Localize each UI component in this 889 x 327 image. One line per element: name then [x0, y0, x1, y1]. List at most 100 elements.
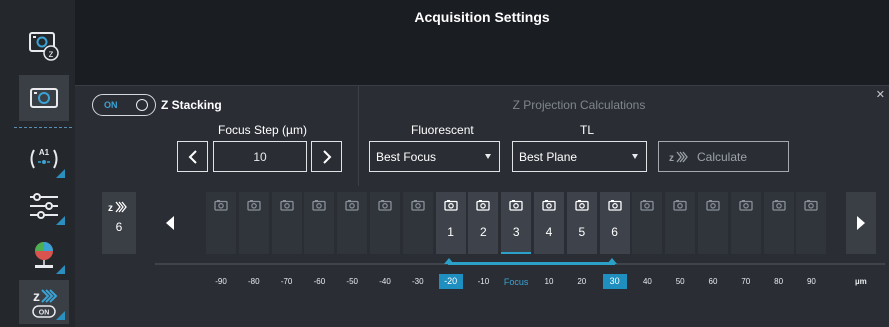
left-rail: z A1 z ON [0, 0, 75, 327]
svg-text:z: z [108, 203, 113, 214]
camera-button[interactable] [19, 75, 69, 121]
axis-tick-label: 90 [806, 277, 816, 286]
camera-icon [345, 200, 359, 211]
calculate-button[interactable]: z Calculate [658, 141, 789, 172]
tl-select[interactable]: Best Plane [512, 141, 647, 172]
slice-item[interactable] [632, 192, 663, 254]
camera-icon [542, 200, 556, 211]
axis-tick-label: -90 [215, 277, 227, 286]
z-stacking-panel: ✕ ON Z Stacking Focus Step (µm) 10 Z Pro… [75, 85, 889, 327]
slice-count: 6 [115, 220, 123, 234]
balloon-icon [35, 242, 53, 268]
axis-tick-label: 70 [741, 277, 751, 286]
slice-number: 5 [578, 225, 586, 239]
axis-tick-label: -80 [248, 277, 260, 286]
range-end-handle[interactable] [607, 258, 617, 264]
fluorescent-select[interactable]: Best Focus [369, 141, 500, 172]
slice-item[interactable] [402, 192, 433, 254]
camera-icon [411, 200, 425, 211]
svg-text:z: z [49, 49, 54, 60]
probe-button[interactable] [19, 232, 69, 278]
camera-icon [30, 88, 58, 108]
camera-icon [312, 200, 327, 211]
camera-icon [804, 200, 819, 211]
tl-select-value: Best Plane [519, 149, 578, 164]
slice-item[interactable] [730, 192, 761, 254]
axis-tick-label: -50 [346, 277, 358, 286]
slice-item[interactable] [698, 192, 728, 254]
z-stacking-toggle[interactable]: ON [92, 94, 156, 116]
svg-text:A1: A1 [39, 148, 50, 157]
camera-icon [640, 200, 655, 211]
axis-tick-label: 40 [642, 277, 652, 286]
slice-item[interactable]: 4 [534, 192, 564, 254]
expand-corner-icon [56, 265, 65, 274]
axis-tick-label: Focus [503, 277, 529, 287]
header: Acquisition Settings [75, 0, 889, 85]
camera-icon [739, 200, 753, 211]
camera-icon [771, 200, 786, 211]
camera-icon [607, 200, 622, 211]
dropdown-arrow-icon [632, 154, 638, 159]
close-icon[interactable]: ✕ [876, 88, 885, 101]
strip-prev-button[interactable] [155, 192, 185, 254]
axis-tick-label: 10 [544, 277, 554, 286]
camera-icon [247, 200, 261, 211]
slice-number: 6 [611, 225, 618, 239]
z-stack-icon: z [669, 151, 688, 164]
focus-step-label: Focus Step (µm) [218, 123, 307, 137]
slice-item[interactable] [206, 192, 236, 254]
axis-tick-label: 60 [708, 277, 718, 286]
settings-sliders-button[interactable] [19, 183, 69, 229]
camera-icon [509, 200, 523, 211]
autofocus-button[interactable]: A1 [19, 136, 69, 182]
expand-corner-icon [56, 169, 65, 178]
camera-icon [279, 200, 294, 211]
slice-item[interactable]: 3 [501, 192, 532, 254]
slice-item[interactable]: 5 [566, 192, 597, 254]
slice-item[interactable] [337, 192, 368, 254]
slice-item[interactable]: 6 [599, 192, 630, 254]
slice-item[interactable] [796, 192, 827, 254]
slice-item[interactable] [370, 192, 400, 254]
expand-corner-icon [56, 216, 65, 225]
triangle-left-icon [166, 216, 174, 230]
camera-z-button[interactable]: z [19, 22, 69, 68]
slice-item[interactable] [238, 192, 269, 254]
slice-item[interactable]: 1 [435, 192, 466, 254]
strip-next-button[interactable] [846, 192, 876, 254]
tl-label: TL [580, 123, 595, 137]
rail-divider [14, 127, 72, 128]
slice-item[interactable]: 2 [468, 192, 499, 254]
z-stack-button[interactable]: z ON [19, 280, 69, 324]
focus-step-input[interactable]: 10 [213, 141, 307, 172]
axis-tick-label: -60 [313, 277, 326, 286]
slice-item[interactable] [763, 192, 794, 254]
chevron-left-icon [188, 149, 197, 164]
camera-icon [214, 200, 228, 211]
axis-tick-label: -30 [412, 277, 424, 286]
z-stacking-label: Z Stacking [161, 98, 222, 112]
svg-text:z: z [33, 288, 40, 304]
slice-number: 1 [447, 225, 454, 239]
axis-unit: µm [855, 277, 867, 286]
camera-icon [443, 200, 458, 211]
camera-icon [575, 200, 589, 211]
z-projection-title: Z Projection Calculations [512, 98, 646, 112]
axis-tick-label: 20 [577, 277, 587, 286]
focus-step-increment-button[interactable] [311, 141, 342, 172]
axis-tick-label: 80 [774, 277, 784, 286]
slice-number: 3 [512, 225, 520, 239]
focus-step-decrement-button[interactable] [177, 141, 208, 172]
page-title: Acquisition Settings [414, 9, 550, 25]
toggle-knob [136, 99, 148, 111]
camera-z-icon: z [29, 32, 59, 61]
dropdown-arrow-icon [485, 154, 491, 159]
slice-item[interactable] [665, 192, 696, 254]
axis-tick-label: 50 [675, 277, 685, 286]
axis-tick-label: -40 [379, 277, 391, 286]
range-start-handle[interactable] [444, 258, 454, 264]
slice-item[interactable] [304, 192, 335, 254]
slice-item[interactable] [271, 192, 302, 254]
expand-corner-icon [56, 311, 65, 320]
